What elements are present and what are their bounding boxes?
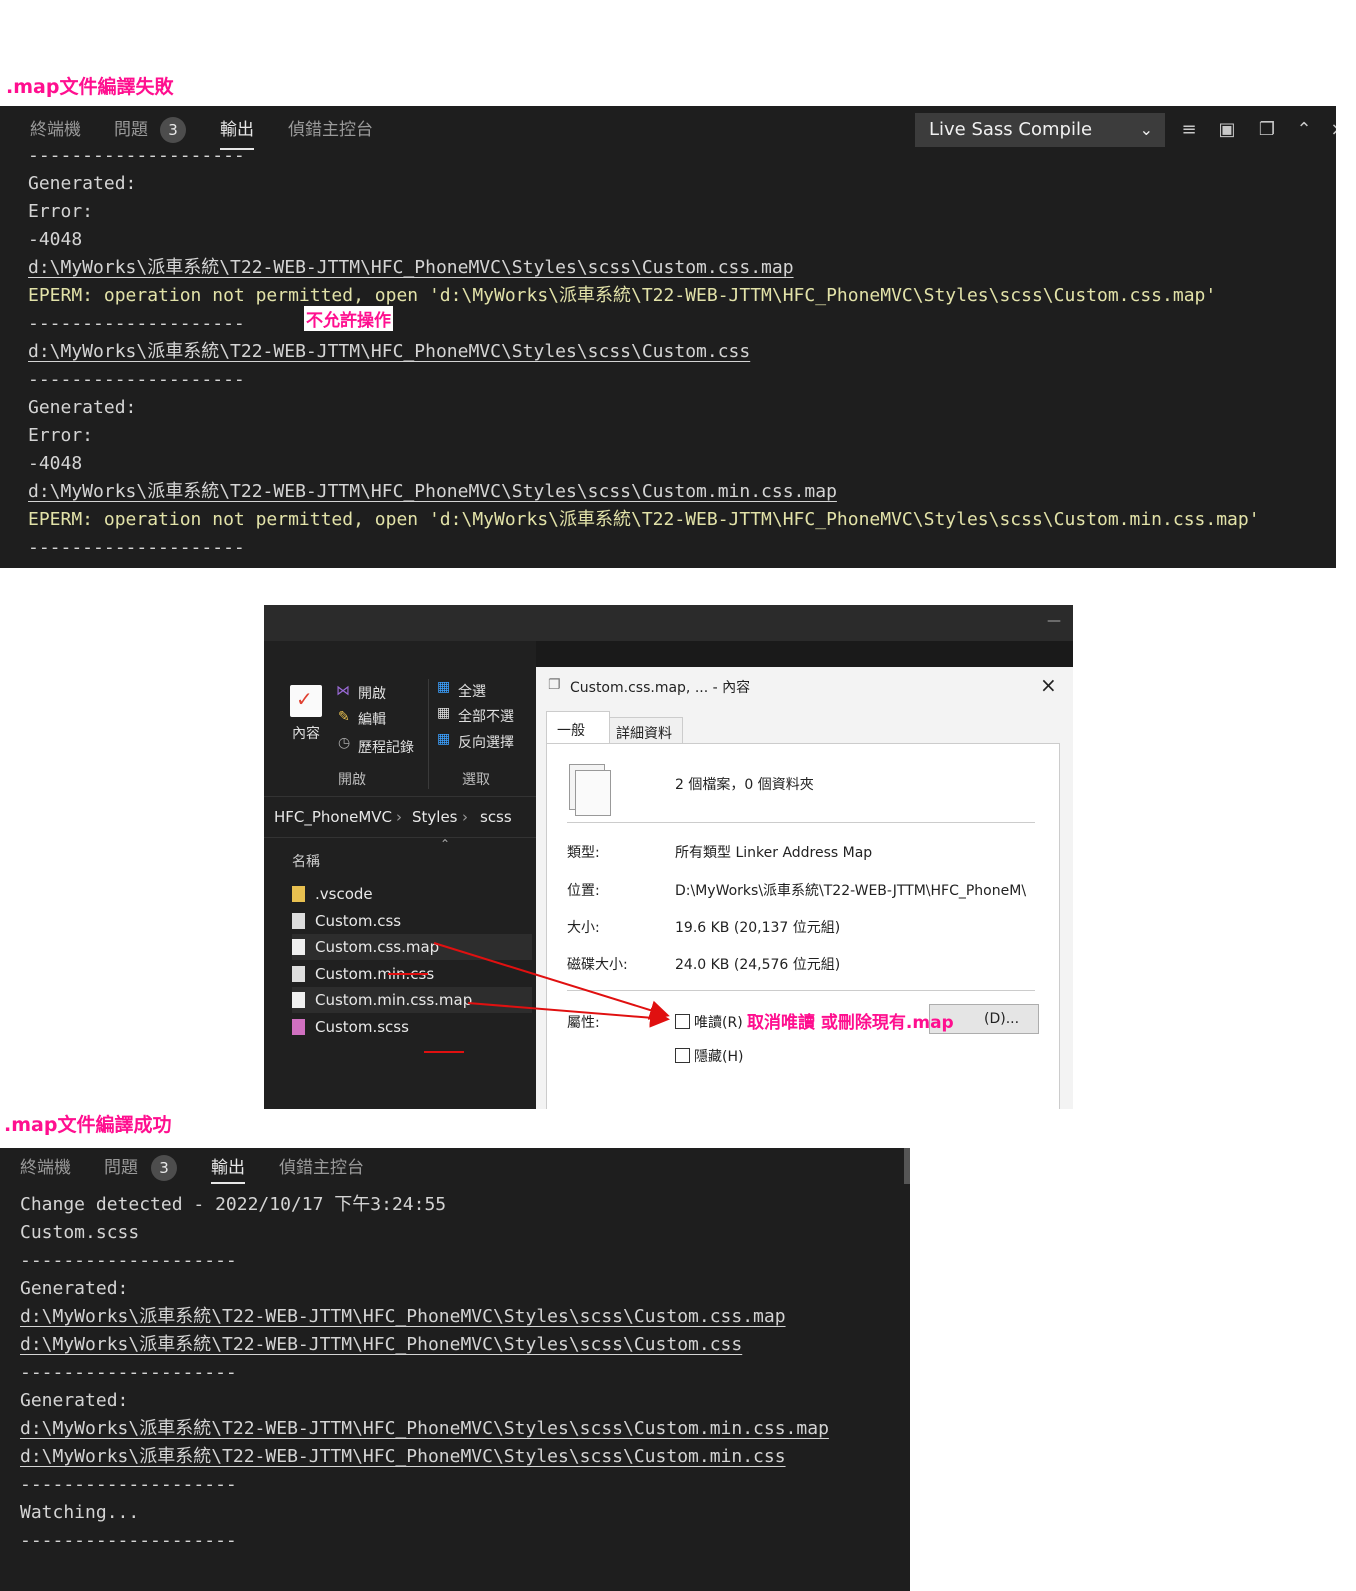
log-line: -4048: [28, 453, 83, 474]
copy-icon[interactable]: ❐: [1255, 118, 1279, 142]
chevron-up-icon[interactable]: ⌃: [1292, 118, 1316, 142]
clear-output-icon[interactable]: ≡: [1177, 118, 1201, 142]
not-permitted-annotation: 不允許操作: [304, 306, 393, 331]
log-line: Generated:: [28, 173, 137, 194]
log-line[interactable]: d:\MyWorks\派車系統\T22-WEB-JTTM\HFC_PhoneMV…: [20, 1415, 829, 1443]
log-line: Generated:: [28, 397, 137, 418]
log-line[interactable]: d:\MyWorks\派車系統\T22-WEB-JTTM\HFC_PhoneMV…: [20, 1443, 829, 1471]
output-log-success: Change detected - 2022/10/17 下午3:24:55 Cu…: [20, 1191, 829, 1555]
log-line: --------------------: [28, 313, 245, 334]
log-line[interactable]: d:\MyWorks\派車系統\T22-WEB-JTTM\HFC_PhoneMV…: [20, 1303, 829, 1331]
output-log-fail: -------------------- Generated: Error: -404…: [28, 142, 1260, 562]
log-line: --------------------: [28, 369, 245, 390]
log-line: Error:: [28, 425, 94, 446]
output-panel-success: 終端機 問題 3 輸出 偵錯主控台 Change detected - 2022…: [0, 1148, 910, 1591]
log-line: Generated:: [20, 1278, 129, 1299]
tab-debug-console[interactable]: 偵錯主控台: [279, 1148, 364, 1188]
log-line: --------------------: [20, 1250, 237, 1271]
explorer-window: — ✓ 內容 ⋈ 開啟 ✎ 編輯 ◷ 歷程記錄 開啟 ▦ 全選 ▦ 全部不選 ▦…: [264, 605, 1073, 1109]
log-line: Error:: [28, 201, 94, 222]
log-line: EPERM: operation not permitted, open 'd:…: [28, 509, 1260, 530]
tab-problems[interactable]: 問題: [104, 1148, 138, 1188]
output-panel-fail: 終端機 問題 3 輸出 偵錯主控台 Live Sass Compile ⌄ ≡ …: [0, 106, 1336, 568]
output-channel-label: Live Sass Compile: [929, 119, 1093, 140]
panel-tabbar: 終端機 問題 3 輸出 偵錯主控台: [0, 1148, 910, 1188]
log-line[interactable]: d:\MyWorks\派車系統\T22-WEB-JTTM\HFC_PhoneMV…: [28, 254, 1260, 282]
log-line: Watching...: [20, 1502, 140, 1523]
log-line[interactable]: d:\MyWorks\派車系統\T22-WEB-JTTM\HFC_PhoneMV…: [28, 338, 1260, 366]
log-line: -4048: [28, 229, 83, 250]
arrow-line: [433, 942, 670, 1020]
problems-count-badge: 3: [151, 1155, 177, 1181]
log-line: Custom.scss: [20, 1222, 140, 1243]
log-line: --------------------: [20, 1474, 237, 1495]
lock-scroll-icon[interactable]: ▣: [1215, 118, 1239, 142]
success-caption: .map文件編譯成功: [4, 1114, 172, 1136]
annotation-arrows: [433, 942, 670, 1028]
problems-count-badge: 3: [160, 117, 186, 143]
fail-caption: .map文件編譯失敗: [6, 76, 174, 98]
tab-terminal[interactable]: 終端機: [20, 1148, 71, 1188]
log-line: --------------------: [20, 1362, 237, 1383]
log-line: Generated:: [20, 1390, 129, 1411]
tab-output[interactable]: 輸出: [211, 1148, 245, 1188]
scrollbar[interactable]: [904, 1148, 910, 1184]
log-line[interactable]: d:\MyWorks\派車系統\T22-WEB-JTTM\HFC_PhoneMV…: [20, 1331, 829, 1359]
log-line: --------------------: [28, 537, 245, 558]
log-line: EPERM: operation not permitted, open 'd:…: [28, 285, 1217, 306]
log-line: --------------------: [20, 1530, 237, 1551]
log-line: Change detected - 2022/10/17 下午3:24:55: [20, 1194, 447, 1215]
log-line[interactable]: d:\MyWorks\派車系統\T22-WEB-JTTM\HFC_PhoneMV…: [28, 478, 1260, 506]
log-line: --------------------: [28, 145, 245, 166]
close-icon[interactable]: ×: [1326, 118, 1336, 142]
